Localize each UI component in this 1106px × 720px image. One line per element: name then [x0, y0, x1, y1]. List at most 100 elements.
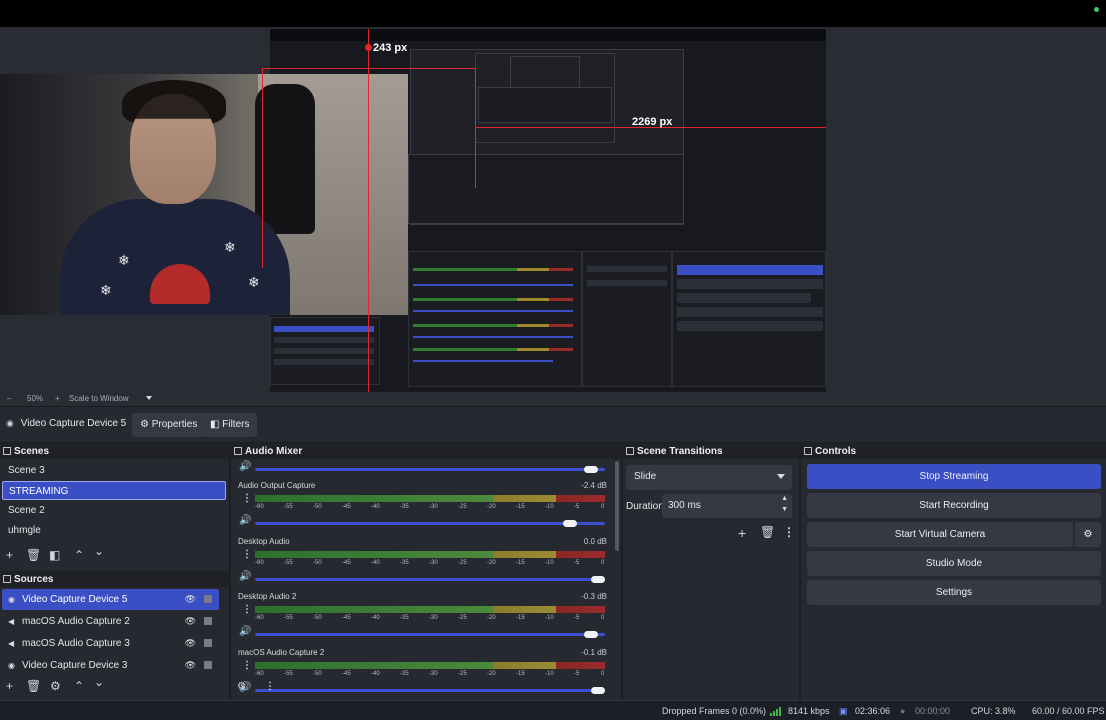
measure-handle-dot[interactable]: [365, 44, 372, 51]
transition-select[interactable]: Slide: [626, 465, 792, 490]
stream-icon: ▣: [839, 706, 848, 716]
eye-icon[interactable]: 👁: [185, 616, 196, 627]
recording-indicator-dot: [1094, 7, 1099, 12]
meter-scale: -60 -55 -50 -45 -40 -35 -30 -25 -20 -15 -10 -5 0: [255, 671, 605, 680]
start-virtual-camera-button[interactable]: Start Virtual Camera: [807, 522, 1073, 547]
source-item[interactable]: ◉ Video Capture Device 3 👁: [2, 655, 219, 676]
kebab-icon[interactable]: ⋮: [242, 493, 252, 504]
lock-icon[interactable]: [204, 595, 212, 603]
eye-icon[interactable]: 👁: [185, 638, 196, 649]
speaker-icon[interactable]: 🔊: [239, 571, 251, 582]
meter-scale-tick: 0: [601, 670, 605, 677]
volume-slider-knob[interactable]: [563, 520, 577, 527]
trash-icon[interactable]: 🗑: [26, 548, 41, 562]
speaker-icon: ◀: [8, 617, 15, 626]
source-item[interactable]: ◀ macOS Audio Capture 2 👁: [2, 611, 219, 632]
scene-transitions-title: Scene Transitions: [637, 446, 723, 457]
channel-db: -0.3 dB: [581, 592, 607, 601]
volume-slider[interactable]: [255, 631, 605, 638]
title-bar: [0, 0, 1106, 27]
speaker-icon[interactable]: 🔊: [239, 461, 251, 472]
scenes-dock-title: Scenes: [0, 443, 229, 459]
chevron-down-icon[interactable]: [146, 396, 152, 400]
meter-scale-tick: 0: [601, 504, 605, 510]
kebab-icon[interactable]: ⋮: [242, 604, 252, 615]
eye-icon[interactable]: 👁: [185, 660, 196, 671]
add-icon[interactable]: +: [6, 548, 13, 562]
speaker-icon[interactable]: 🔊: [239, 515, 251, 526]
zoom-in-button[interactable]: +: [55, 394, 60, 403]
volume-slider-knob[interactable]: [584, 466, 598, 473]
selected-source: ◉ Video Capture Device 5: [6, 418, 126, 429]
scene-item[interactable]: uhmgle: [2, 521, 226, 540]
volume-slider-knob[interactable]: [591, 575, 605, 583]
meter-scale-tick: -15: [516, 670, 525, 677]
settings-button[interactable]: Settings: [807, 580, 1101, 605]
studio-mode-button[interactable]: Studio Mode: [807, 551, 1101, 576]
meter-scale-tick: -20: [487, 615, 496, 621]
kebab-icon[interactable]: ⋮: [242, 549, 252, 560]
zoom-out-button[interactable]: –: [7, 394, 11, 403]
start-recording-button[interactable]: Start Recording: [807, 493, 1101, 518]
scene-item-selected[interactable]: STREAMING: [2, 481, 226, 500]
mixer-scrollbar[interactable]: [615, 461, 619, 551]
nested-ui-panel-small: [478, 87, 612, 123]
advanced-audio-icon[interactable]: ⚙: [237, 681, 246, 692]
kebab-icon[interactable]: ⋮: [242, 660, 252, 671]
webcam-video-source[interactable]: ❄ ❄ ❄ ❄: [0, 74, 408, 315]
filters-button[interactable]: ◧ Filters: [202, 413, 258, 437]
gear-icon[interactable]: ⚙: [50, 679, 61, 693]
meter-scale-tick: -60: [255, 670, 264, 677]
duration-field[interactable]: 300 ms ▲ ▼: [662, 494, 792, 518]
lock-icon[interactable]: [204, 639, 212, 647]
add-icon[interactable]: +: [6, 679, 13, 693]
zoom-mode-select[interactable]: Scale to Window: [69, 394, 129, 403]
volume-slider-knob[interactable]: [584, 631, 598, 638]
kebab-icon[interactable]: ⋮: [783, 525, 795, 539]
eye-icon[interactable]: 👁: [185, 594, 196, 605]
scene-item-label: Scene 2: [8, 505, 45, 516]
filters-icon[interactable]: ◧: [49, 548, 60, 562]
source-item[interactable]: ◀ macOS Audio Capture 3 👁: [2, 633, 219, 654]
dock-icon: [3, 575, 11, 583]
volume-slider[interactable]: [255, 466, 605, 473]
volume-slider[interactable]: [255, 575, 605, 583]
lock-icon[interactable]: [204, 617, 212, 625]
spin-down-icon[interactable]: ▼: [781, 506, 788, 513]
meter-scale-tick: -10: [545, 615, 554, 621]
volume-slider-knob[interactable]: [591, 686, 605, 694]
camera-icon: ◉: [8, 661, 15, 670]
stop-streaming-button[interactable]: Stop Streaming: [807, 464, 1101, 489]
camera-icon: ◉: [8, 595, 15, 604]
speaker-icon[interactable]: 🔊: [239, 626, 251, 637]
virtual-camera-settings-button[interactable]: ⚙: [1075, 522, 1101, 547]
cpu-usage: CPU: 3.8%: [971, 706, 1016, 716]
controls-dock: Controls Stop Streaming Start Recording …: [801, 443, 1106, 700]
volume-slider[interactable]: [255, 686, 605, 694]
trash-icon[interactable]: 🗑: [26, 679, 41, 693]
chevron-down-icon[interactable]: ⌄: [94, 675, 104, 689]
record-time: 00:00:00: [915, 706, 951, 716]
chevron-up-icon[interactable]: ⌃: [74, 548, 84, 562]
volume-slider[interactable]: [255, 520, 605, 527]
meter-scale-tick: -30: [429, 504, 438, 510]
lock-icon[interactable]: [204, 661, 212, 669]
preview-area[interactable]: ❄ ❄ ❄ ❄ 243 px 2269 px: [0, 27, 1106, 392]
scene-item[interactable]: Scene 3: [2, 461, 226, 480]
chevron-down-icon[interactable]: ⌄: [94, 544, 104, 558]
scene-item[interactable]: Scene 2: [2, 501, 226, 520]
properties-button[interactable]: ⚙ Properties: [132, 413, 206, 437]
trash-icon[interactable]: 🗑: [760, 525, 775, 539]
meter-scale: -60 -55 -50 -45 -40 -35 -30 -25 -20 -15 -10 -5 0: [255, 615, 605, 624]
chevron-down-icon: [777, 474, 785, 479]
spin-up-icon[interactable]: ▲: [781, 495, 788, 502]
meter-scale-tick: -45: [342, 559, 351, 566]
audio-mixer-dock-title: Audio Mixer: [231, 443, 621, 459]
source-item-selected[interactable]: ◉ Video Capture Device 5 👁: [2, 589, 219, 610]
meter-scale-tick: -5: [574, 670, 580, 677]
add-icon[interactable]: +: [738, 525, 746, 541]
kebab-icon[interactable]: ⋮: [265, 681, 275, 692]
chevron-up-icon[interactable]: ⌃: [74, 679, 84, 693]
source-toolbar: ◉ Video Capture Device 5 ⚙ Properties ◧ …: [0, 406, 1106, 442]
measure-guide-right: [475, 68, 476, 188]
